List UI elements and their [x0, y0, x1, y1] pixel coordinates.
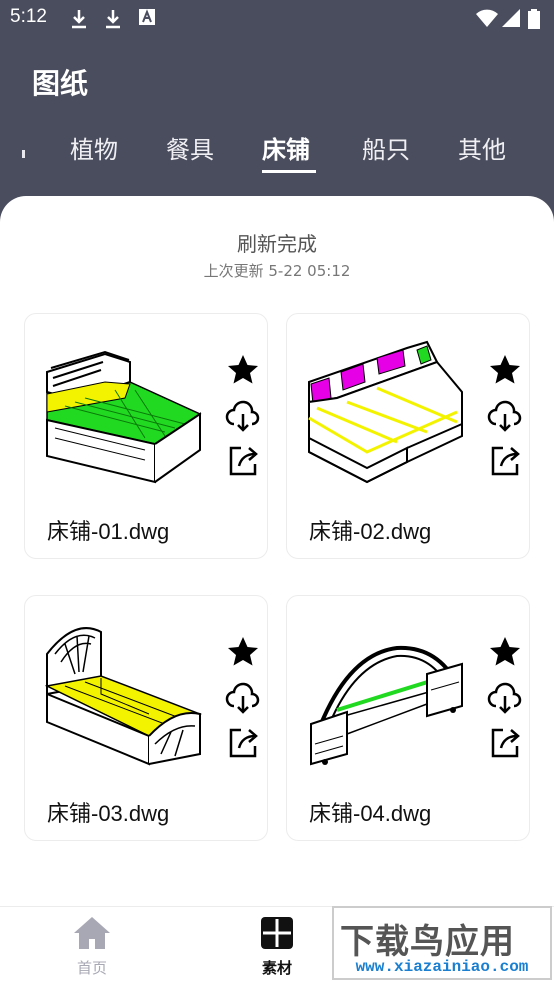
download-icon: [106, 10, 120, 29]
drawing-filename: 床铺-01.dwg: [47, 519, 170, 544]
signal-icon: [502, 9, 520, 27]
nav-home[interactable]: 首页: [52, 915, 132, 978]
drawing-thumbnail: [308, 340, 463, 484]
tab-tableware[interactable]: 餐具: [166, 130, 214, 165]
watermark-logo: 下载鸟应用 www.xiazainiao.com: [332, 906, 552, 980]
cloud-download-icon[interactable]: [225, 680, 261, 716]
drawing-thumbnail: [46, 350, 202, 484]
share-icon[interactable]: [225, 724, 261, 760]
material-icon: [261, 917, 293, 949]
drawing-thumbnail: [45, 627, 202, 766]
star-icon[interactable]: [225, 634, 261, 670]
tab-ships[interactable]: 船只: [362, 130, 410, 165]
page-title: 图纸: [32, 67, 89, 100]
drawing-card[interactable]: 床铺-03.dwg: [24, 595, 268, 841]
drawing-card[interactable]: 床铺-04.dwg: [286, 595, 530, 841]
nav-material-label: 素材: [261, 959, 292, 977]
star-icon[interactable]: [487, 352, 523, 388]
app-notification-icon: [139, 9, 155, 25]
watermark-url: www.xiazainiao.com: [355, 958, 529, 976]
drawing-filename: 床铺-03.dwg: [47, 801, 170, 826]
refresh-status: 刷新完成: [237, 232, 317, 256]
tab-beds[interactable]: 床铺: [262, 130, 310, 165]
status-time: 5:12: [10, 6, 47, 27]
share-icon[interactable]: [225, 442, 261, 478]
nav-home-label: 首页: [76, 959, 107, 977]
tab-plants[interactable]: 植物: [70, 130, 118, 165]
star-icon[interactable]: [225, 352, 261, 388]
drawing-card[interactable]: 床铺-02.dwg: [286, 313, 530, 559]
content-sheet: 刷新完成 上次更新 5-22 05:12 床铺-01.dwg 床铺-02.dwg…: [0, 196, 554, 906]
download-icon: [72, 10, 86, 29]
drawing-thumbnail: [310, 645, 463, 766]
star-icon[interactable]: [487, 634, 523, 670]
tab-other[interactable]: 其他: [458, 130, 506, 165]
drawing-filename: 床铺-02.dwg: [309, 519, 432, 544]
share-icon[interactable]: [487, 724, 523, 760]
share-icon[interactable]: [487, 442, 523, 478]
active-tab-indicator: [262, 170, 316, 173]
drawing-filename: 床铺-04.dwg: [309, 801, 432, 826]
watermark-brand: 下载鸟应用: [340, 922, 515, 962]
drawing-card[interactable]: 床铺-01.dwg: [24, 313, 268, 559]
last-updated: 上次更新 5-22 05:12: [203, 262, 351, 280]
home-icon: [74, 917, 110, 949]
battery-icon: [528, 9, 540, 29]
cloud-download-icon[interactable]: [487, 398, 523, 434]
status-bar: 5:12: [0, 0, 554, 38]
cloud-download-icon[interactable]: [487, 680, 523, 716]
category-tabs: 植物 餐具 床铺 船只 其他: [0, 130, 554, 178]
nav-material[interactable]: 素材: [237, 915, 317, 978]
wifi-icon: [476, 9, 498, 27]
cloud-download-icon[interactable]: [225, 398, 261, 434]
